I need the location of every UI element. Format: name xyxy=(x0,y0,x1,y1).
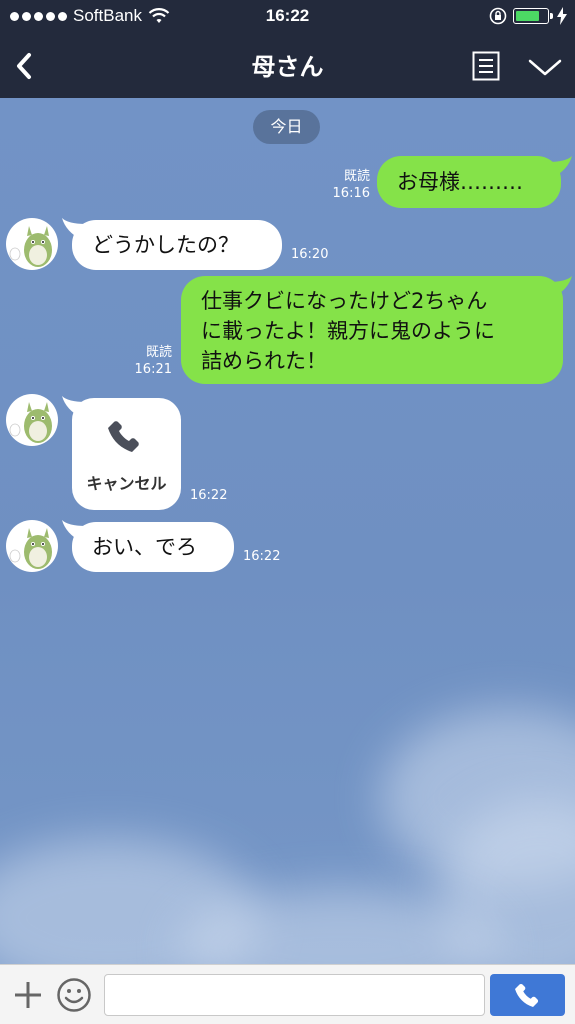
rotation-lock-icon xyxy=(489,7,507,25)
document-list-icon[interactable] xyxy=(472,51,500,81)
date-separator: 今日 xyxy=(253,110,320,144)
message-text-line: 詰められた！ xyxy=(201,349,327,373)
nav-bar: 母さん xyxy=(0,34,575,98)
call-card[interactable]: キャンセル xyxy=(72,398,181,510)
message-time: 16:22 xyxy=(243,549,281,564)
battery-level xyxy=(516,11,540,21)
totoro-avatar-icon xyxy=(9,226,52,267)
input-bar xyxy=(0,964,575,1024)
call-button[interactable] xyxy=(490,974,565,1016)
message-time: 16:20 xyxy=(291,247,329,262)
message-meta: 既読 16:21 xyxy=(120,344,172,378)
message-time: 16:16 xyxy=(332,186,370,201)
message-bubble-outgoing[interactable]: お母様……… xyxy=(377,156,561,208)
message-text: お母様……… xyxy=(397,170,523,194)
message-meta: 既読 16:16 xyxy=(318,168,370,202)
message-bubble-outgoing[interactable]: 仕事クビになったけど2ちゃん に載ったよ！親方に鬼のように 詰められた！ xyxy=(181,276,563,384)
chevron-down-icon[interactable] xyxy=(526,52,564,82)
plus-icon[interactable] xyxy=(12,979,44,1011)
avatar[interactable] xyxy=(6,520,58,572)
chat-area[interactable]: 今日 既読 16:16 お母様……… どうかしたの？ 16:20 既読 16:2… xyxy=(0,98,575,964)
phone-icon xyxy=(515,983,539,1007)
call-status-label: キャンセル xyxy=(86,474,167,493)
status-right xyxy=(489,7,567,25)
battery-icon xyxy=(513,8,553,24)
avatar[interactable] xyxy=(6,394,58,446)
message-bubble-incoming[interactable]: どうかしたの？ xyxy=(72,220,282,270)
message-bubble-incoming[interactable]: おい、でろ xyxy=(72,522,234,572)
status-bar: SoftBank 16:22 xyxy=(0,0,575,34)
message-time: 16:22 xyxy=(190,488,228,503)
phone-icon xyxy=(108,421,139,452)
message-text-line: に載ったよ！親方に鬼のように xyxy=(201,319,495,343)
totoro-avatar-icon xyxy=(9,402,52,443)
bolt-icon xyxy=(557,7,567,25)
message-text: おい、でろ xyxy=(92,535,197,559)
totoro-avatar-icon xyxy=(9,528,52,569)
message-text-line: 仕事クビになったけど2ちゃん xyxy=(201,289,488,313)
read-receipt: 既読 xyxy=(343,169,370,184)
message-text: どうかしたの？ xyxy=(92,233,239,257)
read-receipt: 既読 xyxy=(145,345,172,360)
avatar[interactable] xyxy=(6,218,58,270)
smiley-icon[interactable] xyxy=(56,977,92,1013)
message-time: 16:21 xyxy=(134,362,172,377)
message-input[interactable] xyxy=(104,974,485,1016)
